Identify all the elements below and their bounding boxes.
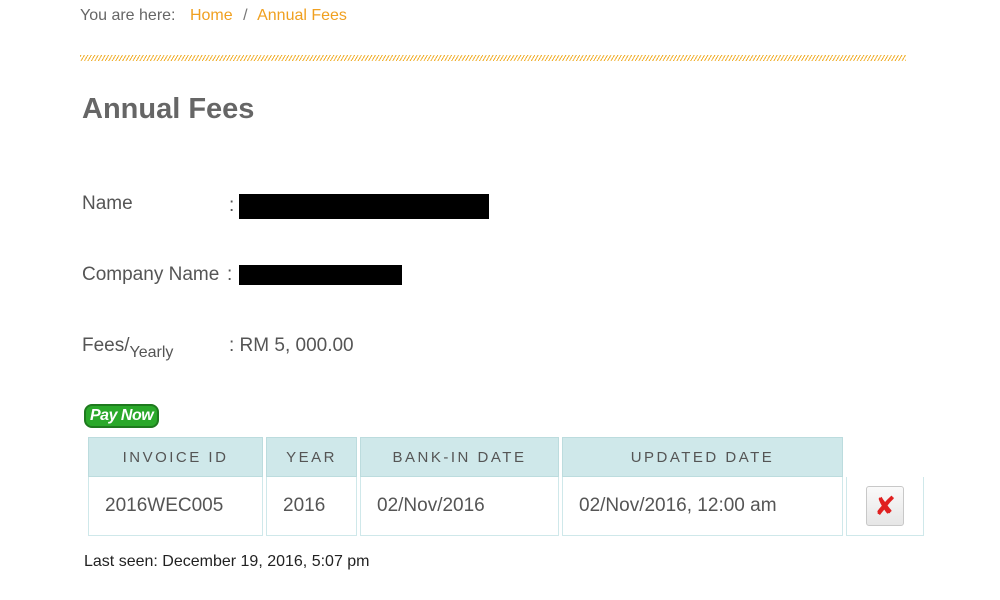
breadcrumb: You are here: Home / Annual Fees xyxy=(80,6,347,26)
cell-bank-in-date: 02/Nov/2016 xyxy=(360,477,559,536)
fees-label-text: Fees/ xyxy=(82,335,130,356)
company-name-colon: : xyxy=(227,264,233,285)
breadcrumb-home-link[interactable]: Home xyxy=(190,7,233,24)
delete-button[interactable]: ✘ xyxy=(866,486,904,526)
cell-year: 2016 xyxy=(266,477,357,536)
header-divider xyxy=(80,55,906,61)
red-x-icon: ✘ xyxy=(874,491,896,521)
column-header-invoice-id: INVOICE ID xyxy=(88,437,263,477)
last-seen-text: Last seen: December 19, 2016, 5:07 pm xyxy=(84,553,370,570)
fees-label-sub: Yearly xyxy=(129,344,174,361)
fees-value: : RM 5, 000.00 xyxy=(229,335,354,356)
fees-table: INVOICE ID YEAR BANK-IN DATE UPDATED DAT… xyxy=(85,437,927,536)
column-header-year: YEAR xyxy=(266,437,357,477)
column-header-updated-date: UPDATED DATE xyxy=(562,437,843,477)
cell-action: ✘ xyxy=(846,477,924,536)
breadcrumb-current-link[interactable]: Annual Fees xyxy=(257,7,347,24)
cell-updated-date: 02/Nov/2016, 12:00 am xyxy=(562,477,843,536)
company-name-label: Company Name xyxy=(82,264,220,285)
name-colon: : xyxy=(229,195,235,216)
pay-now-button[interactable]: Pay Now xyxy=(84,404,160,428)
column-header-bank-in-date: BANK-IN DATE xyxy=(360,437,559,477)
breadcrumb-separator: / xyxy=(243,7,248,24)
column-header-action xyxy=(846,437,924,477)
breadcrumb-prefix: You are here: xyxy=(80,7,176,24)
company-name-value-redacted xyxy=(239,265,402,285)
table-row: 2016WEC005 2016 02/Nov/2016 02/Nov/2016,… xyxy=(88,477,924,536)
name-value-redacted xyxy=(239,194,489,219)
page: You are here: Home / Annual Fees Annual … xyxy=(0,0,1000,600)
page-title: Annual Fees xyxy=(82,93,255,125)
fees-label: Fees/Yearly xyxy=(82,334,173,365)
table-header-row: INVOICE ID YEAR BANK-IN DATE UPDATED DAT… xyxy=(88,437,924,477)
name-label: Name xyxy=(82,193,133,214)
cell-invoice-id: 2016WEC005 xyxy=(88,477,263,536)
